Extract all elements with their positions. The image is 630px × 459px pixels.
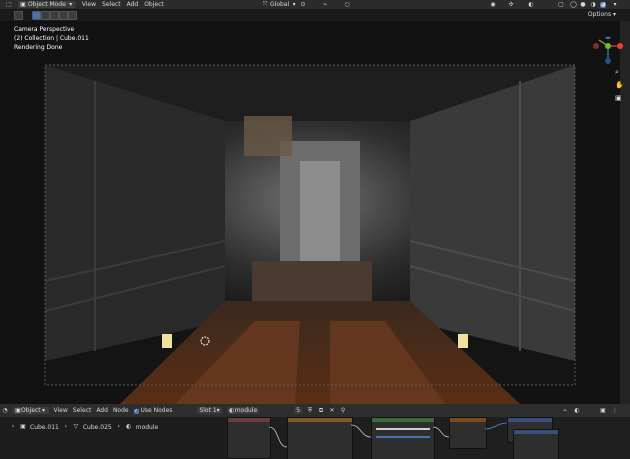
pivot-icon[interactable]: ⊙ — [300, 1, 306, 8]
material-selector[interactable]: ◐ module — [226, 407, 260, 414]
chevron-down-icon: ▾ — [69, 0, 73, 8]
snap-node-icon[interactable]: ⌁ — [562, 407, 568, 414]
material-icon: ◐ — [126, 423, 132, 430]
node-options-icon[interactable]: ⋮ — [612, 407, 618, 414]
select-extend-icon[interactable] — [41, 11, 50, 20]
pin-icon[interactable]: ⚲ — [340, 407, 346, 414]
menu-view[interactable]: View — [82, 1, 96, 8]
zoom-icon[interactable]: ⌕ — [615, 68, 619, 76]
overlay-toggle-icon[interactable]: ◐ — [528, 1, 534, 8]
breadcrumb-mesh[interactable]: Cube.025 — [83, 424, 112, 431]
menu-select[interactable]: Select — [102, 1, 121, 8]
chevron-right-icon: › — [64, 423, 68, 430]
shading-solid-icon[interactable]: ● — [580, 1, 586, 8]
shading-rendered-icon[interactable]: ◕ — [600, 1, 606, 8]
select-subtract-icon[interactable] — [50, 11, 59, 20]
orientation-icon: ⤧ — [262, 0, 268, 8]
breadcrumb-material[interactable]: module — [136, 424, 159, 431]
chevron-right-icon: › — [117, 423, 120, 430]
slot-label: Slot 1 — [199, 407, 217, 414]
duplicate-icon[interactable]: ⧉ — [318, 407, 324, 414]
select-intersect-icon[interactable] — [68, 11, 77, 20]
node-canvas[interactable] — [225, 417, 630, 459]
gizmo-toggle-icon[interactable]: ✣ — [508, 1, 514, 8]
breadcrumb-object[interactable]: Cube.011 — [30, 424, 59, 431]
chevron-down-icon[interactable]: ▾ — [612, 1, 618, 8]
overlay-node-icon[interactable]: ◐ — [574, 407, 580, 414]
camera-view-icon[interactable]: ▣ — [615, 94, 622, 102]
editor-type-icon[interactable]: ⬚ — [6, 1, 12, 8]
use-nodes-label: Use Nodes — [140, 407, 173, 414]
object-icon: ▣ — [20, 423, 26, 430]
node-menu-add[interactable]: Add — [96, 407, 108, 414]
unlink-icon[interactable]: ✕ — [329, 407, 335, 414]
gizmo-neg-z-icon[interactable] — [605, 58, 611, 64]
camera-label: Camera Perspective — [14, 26, 75, 33]
xray-icon[interactable]: ▢ — [558, 1, 564, 8]
select-tool-icon[interactable] — [14, 11, 23, 20]
viewport-3d[interactable] — [0, 21, 620, 404]
mode-dropdown[interactable]: ▣ Object Mode ▾ — [18, 1, 76, 8]
object-dropdown-label: Object — [21, 407, 41, 414]
object-mode-icon: ▣ — [20, 0, 26, 8]
gizmo-z-icon[interactable] — [605, 37, 611, 39]
node-menu-node[interactable]: Node — [113, 407, 129, 414]
select-invert-icon[interactable] — [59, 11, 68, 20]
node-editor-header: ◔ ▣ Object ▾ View Select Add Node ✓ Use … — [0, 404, 630, 417]
snap-icon[interactable]: ⌁ — [322, 1, 328, 8]
material-name: module — [234, 407, 258, 414]
slot-dropdown[interactable]: Slot 1 ▾ — [197, 407, 222, 414]
node-menu-select[interactable]: Select — [73, 407, 92, 414]
shading-wireframe-icon[interactable]: ◯ — [570, 1, 577, 8]
editor-type-icon[interactable]: ◔ — [2, 407, 8, 414]
menu-object[interactable]: Object — [144, 1, 164, 8]
orientation-label: Global — [270, 1, 290, 8]
object-dropdown[interactable]: ▣ Object ▾ — [13, 407, 49, 414]
rendered-scene — [0, 21, 620, 404]
node-view-icon[interactable]: ▣ — [600, 407, 606, 414]
node-menu-view[interactable]: View — [54, 407, 68, 414]
render-status: Rendering Done — [14, 44, 63, 51]
transform-orientation-dropdown[interactable]: ⤧ Global ▾ — [262, 1, 297, 8]
breadcrumb: › ▣ Cube.011 › ▽ Cube.025 › ◐ module — [0, 417, 235, 437]
gizmo-x-icon[interactable] — [617, 43, 623, 49]
gizmo-y-icon[interactable] — [605, 43, 611, 49]
node-links — [268, 422, 508, 448]
navigation-gizmo[interactable]: ⌕ ✋ ▣ — [590, 37, 630, 107]
gizmo-neg-x-icon[interactable] — [593, 43, 599, 49]
chevron-down-icon: ▾ — [292, 0, 296, 8]
chevron-down-icon: ▾ — [42, 406, 46, 414]
viewport-overlay-text: Camera Perspective (2) Collection | Cube… — [14, 25, 89, 52]
menu-add[interactable]: Add — [127, 1, 139, 8]
mesh-icon: ▽ — [73, 423, 79, 430]
proportional-edit-icon[interactable]: ○ — [344, 1, 350, 8]
user-count[interactable]: 5 — [294, 407, 303, 414]
options-label: Options — [587, 11, 612, 18]
pan-hand-icon[interactable]: ✋ — [615, 80, 624, 89]
options-button[interactable]: Options ▾ — [588, 11, 616, 18]
fake-user-icon[interactable]: ⛨ — [307, 407, 313, 414]
viewport-header: ⬚ ▣ Object Mode ▾ View Select Add Object… — [0, 0, 630, 9]
checkbox-checked-icon: ✓ — [133, 408, 139, 414]
mode-label: Object Mode — [28, 1, 66, 8]
collection-label: (2) Collection | Cube.011 — [14, 35, 89, 42]
chevron-right-icon: › — [11, 423, 15, 430]
use-nodes-toggle[interactable]: ✓ Use Nodes — [133, 407, 173, 414]
shading-material-icon[interactable]: ◑ — [590, 1, 596, 8]
visibility-icon[interactable]: ◉ — [490, 1, 496, 8]
select-box-icon[interactable] — [32, 11, 41, 20]
